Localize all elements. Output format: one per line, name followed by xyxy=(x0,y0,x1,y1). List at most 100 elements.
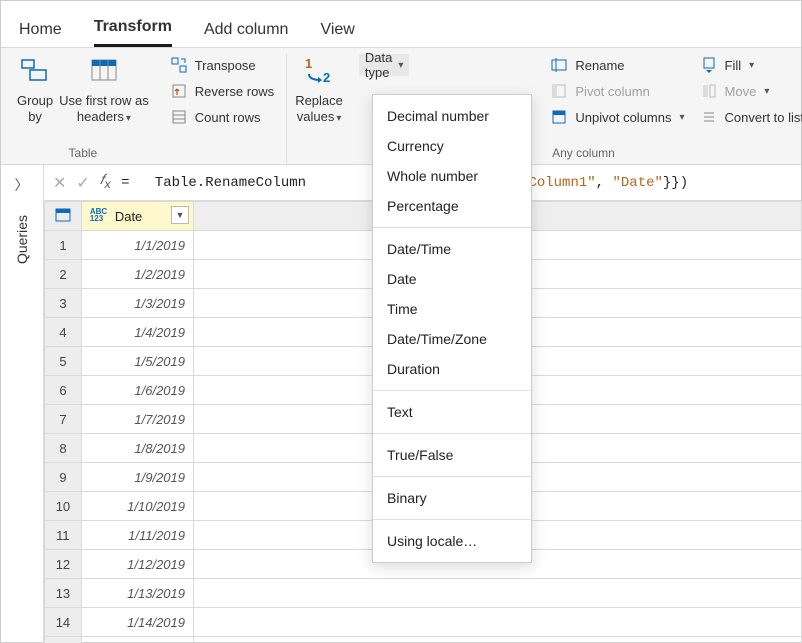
menu-date[interactable]: Date xyxy=(373,264,531,294)
fill-label: Fill xyxy=(725,58,742,73)
row-number[interactable]: 15 xyxy=(45,637,82,643)
table-row[interactable]: 141/14/2019 xyxy=(45,608,802,637)
cancel-formula-icon[interactable]: ✕ xyxy=(53,173,66,193)
row-number[interactable]: 10 xyxy=(45,492,82,521)
menu-whole-number[interactable]: Whole number xyxy=(373,161,531,191)
menu-decimal-number[interactable]: Decimal number xyxy=(373,101,531,131)
menu-time[interactable]: Time xyxy=(373,294,531,324)
rename-label: Rename xyxy=(575,58,624,73)
column-filter-dropdown[interactable]: ▼ xyxy=(171,206,189,224)
menu-percentage[interactable]: Percentage xyxy=(373,191,531,221)
row-number[interactable]: 9 xyxy=(45,463,82,492)
menu-duration[interactable]: Duration xyxy=(373,354,531,384)
pivot-column-button: Pivot column xyxy=(545,80,688,102)
menu-date-time-zone[interactable]: Date/Time/Zone xyxy=(373,324,531,354)
row-number[interactable]: 4 xyxy=(45,318,82,347)
cell-date[interactable]: 1/7/2019 xyxy=(81,405,193,434)
row-number[interactable]: 8 xyxy=(45,434,82,463)
cell-date[interactable]: 1/6/2019 xyxy=(81,376,193,405)
move-button: Move▾ xyxy=(695,80,802,102)
row-number[interactable]: 5 xyxy=(45,347,82,376)
row-number[interactable]: 1 xyxy=(45,231,82,260)
convert-to-list-button[interactable]: Convert to list xyxy=(695,106,802,128)
rename-icon xyxy=(549,56,569,74)
fx-icon[interactable]: 𝑓x xyxy=(100,173,111,192)
unpivot-icon xyxy=(549,108,569,126)
cell-date[interactable]: 1/5/2019 xyxy=(81,347,193,376)
fill-button[interactable]: Fill▾ xyxy=(695,54,802,76)
row-number[interactable]: 12 xyxy=(45,550,82,579)
group-label-table: Table xyxy=(69,144,98,164)
cell-date[interactable]: 1/2/2019 xyxy=(81,260,193,289)
count-rows-button[interactable]: Count rows xyxy=(165,106,278,128)
menu-currency[interactable]: Currency xyxy=(373,131,531,161)
menu-date-time[interactable]: Date/Time xyxy=(373,234,531,264)
group-table-right: Transpose Reverse rows Count rows xyxy=(157,54,287,164)
menu-using-locale[interactable]: Using locale… xyxy=(373,526,531,556)
cell-blank xyxy=(194,608,802,637)
data-type-button[interactable]: Data type ▾ xyxy=(359,54,410,76)
count-rows-icon xyxy=(169,108,189,126)
unpivot-columns-button[interactable]: Unpivot columns▾ xyxy=(545,106,688,128)
tab-view[interactable]: View xyxy=(320,21,354,47)
cell-date[interactable]: 1/15/2019 xyxy=(81,637,193,643)
table-row[interactable]: 131/13/2019 xyxy=(45,579,802,608)
menu-text[interactable]: Text xyxy=(373,397,531,427)
column-header-date[interactable]: ABC 123 Date ▼ xyxy=(81,202,193,231)
expand-sidebar-icon[interactable]: 〉 xyxy=(15,175,29,195)
corner-cell[interactable] xyxy=(45,202,82,231)
row-number[interactable]: 2 xyxy=(45,260,82,289)
group-by-icon xyxy=(20,56,50,84)
cell-date[interactable]: 1/3/2019 xyxy=(81,289,193,318)
column-type-icon[interactable]: ABC 123 xyxy=(90,209,107,222)
use-first-row-button[interactable]: Use first row as headers▾ xyxy=(59,54,149,125)
row-number[interactable]: 3 xyxy=(45,289,82,318)
cell-date[interactable]: 1/8/2019 xyxy=(81,434,193,463)
svg-text:2: 2 xyxy=(323,70,330,84)
tab-bar: Home Transform Add column View xyxy=(1,1,801,47)
group-label-anycol: Any column xyxy=(552,144,615,164)
move-label: Move xyxy=(725,84,757,99)
cell-date[interactable]: 1/14/2019 xyxy=(81,608,193,637)
queries-label: Queries xyxy=(14,215,30,264)
row-number[interactable]: 13 xyxy=(45,579,82,608)
convert-to-list-label: Convert to list xyxy=(725,110,802,125)
reverse-rows-button[interactable]: Reverse rows xyxy=(165,80,278,102)
cell-blank xyxy=(194,579,802,608)
tab-home[interactable]: Home xyxy=(19,21,62,47)
replace-values-button[interactable]: 1 2 Replace values▾ xyxy=(295,54,343,125)
pivot-column-label: Pivot column xyxy=(575,84,649,99)
use-first-row-icon xyxy=(89,56,119,84)
row-number[interactable]: 6 xyxy=(45,376,82,405)
tab-add-column[interactable]: Add column xyxy=(204,21,289,47)
table-row[interactable]: 151/15/2019 xyxy=(45,637,802,643)
data-type-menu: Decimal number Currency Whole number Per… xyxy=(372,94,532,563)
data-type-label: Data type xyxy=(365,50,392,80)
cell-date[interactable]: 1/10/2019 xyxy=(81,492,193,521)
rename-button[interactable]: Rename xyxy=(545,54,688,76)
cell-date[interactable]: 1/9/2019 xyxy=(81,463,193,492)
row-number[interactable]: 14 xyxy=(45,608,82,637)
cell-date[interactable]: 1/11/2019 xyxy=(81,521,193,550)
row-number[interactable]: 11 xyxy=(45,521,82,550)
unpivot-columns-label: Unpivot columns xyxy=(575,110,671,125)
column-header-label: Date xyxy=(115,209,142,224)
cell-date[interactable]: 1/13/2019 xyxy=(81,579,193,608)
tab-transform[interactable]: Transform xyxy=(94,18,172,47)
transpose-button[interactable]: Transpose xyxy=(165,54,278,76)
cell-date[interactable]: 1/1/2019 xyxy=(81,231,193,260)
group-replace: 1 2 Replace values▾ xyxy=(287,54,351,164)
use-first-row-label: Use first row as headers▾ xyxy=(59,93,149,125)
cell-date[interactable]: 1/12/2019 xyxy=(81,550,193,579)
row-number[interactable]: 7 xyxy=(45,405,82,434)
reverse-rows-icon xyxy=(169,82,189,100)
transpose-icon xyxy=(169,56,189,74)
accept-formula-icon[interactable]: ✓ xyxy=(76,173,89,193)
menu-binary[interactable]: Binary xyxy=(373,483,531,513)
transpose-label: Transpose xyxy=(195,58,256,73)
menu-true-false[interactable]: True/False xyxy=(373,440,531,470)
move-icon xyxy=(699,82,719,100)
group-by-button[interactable]: Group by xyxy=(17,54,53,124)
cell-date[interactable]: 1/4/2019 xyxy=(81,318,193,347)
chevron-down-icon: ▾ xyxy=(398,60,403,71)
